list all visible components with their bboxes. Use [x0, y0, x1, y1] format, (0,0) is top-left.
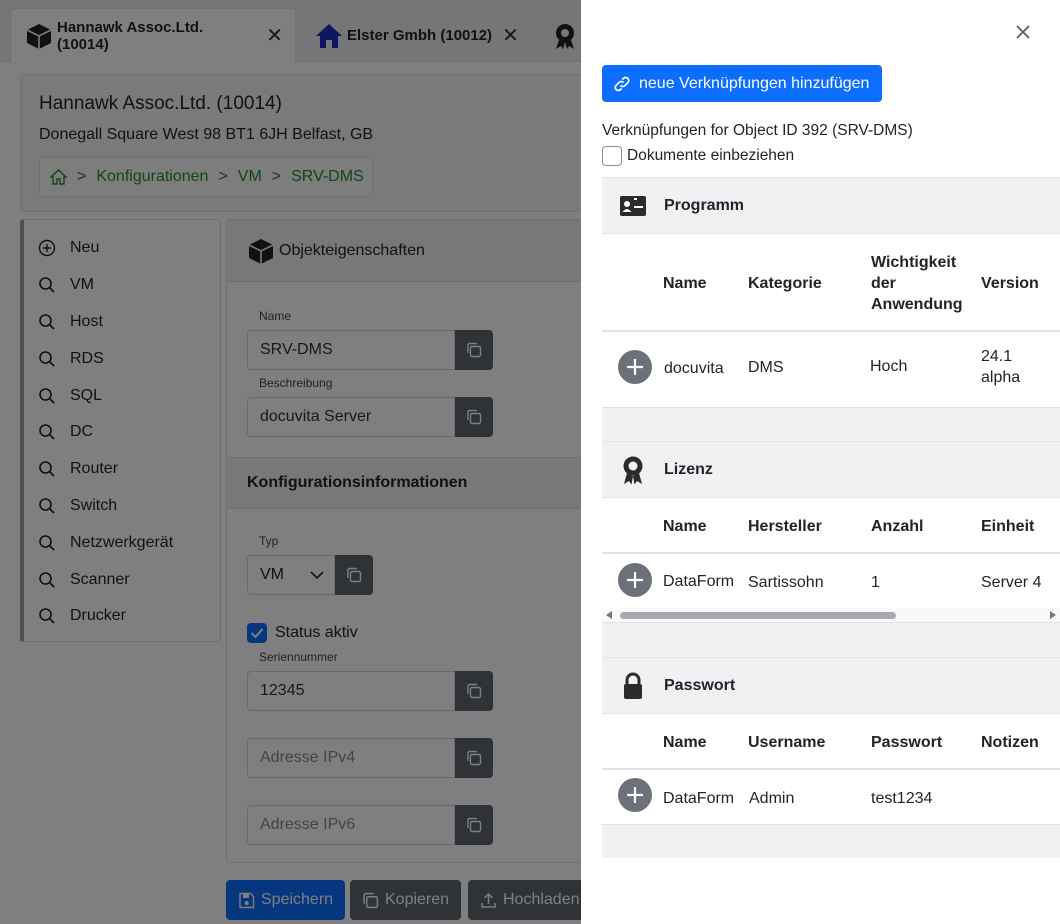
programm-section: Programm Name Kategorie Wichtigkeit der … — [602, 177, 1060, 441]
col-header-passwort: Passwort — [871, 734, 943, 751]
programm-title: Programm — [664, 196, 745, 214]
passwort-value: test1234 — [871, 790, 933, 807]
add-links-button[interactable]: neue Verknüpfungen hinzufügen — [602, 65, 883, 102]
col-header-username: Username — [748, 734, 826, 751]
include-documents-checkbox[interactable] — [602, 146, 622, 166]
include-documents-row[interactable]: Dokumente einbeziehen — [602, 146, 794, 166]
passwort-username: Admin — [749, 790, 795, 807]
add-links-label: neue Verknüpfungen hinzufügen — [639, 74, 870, 92]
programm-version-1: 24.1 — [981, 348, 1013, 365]
horizontal-scrollbar[interactable] — [602, 608, 1060, 622]
col-header-wichtigkeit-3: Anwendung — [871, 296, 963, 313]
passwort-section: Passwort Name Username Passwort Notizen … — [602, 657, 1060, 858]
id-card-icon — [602, 195, 664, 217]
scrollbar-thumb[interactable] — [620, 612, 896, 619]
link-icon — [613, 75, 631, 93]
add-lizenz-button[interactable] — [618, 563, 652, 597]
col-header-wichtigkeit-2: der — [871, 275, 896, 292]
header-divider — [602, 330, 1060, 332]
links-info-text: Verknüpfungen for Object ID 392 (SRV-DMS… — [602, 122, 913, 139]
passwort-header: Passwort — [602, 657, 1060, 714]
col-header-name: Name — [663, 518, 707, 535]
header-divider — [602, 768, 1060, 770]
lizenz-section: Lizenz Name Hersteller Anzahl Einheit Da… — [602, 441, 1060, 657]
header-divider — [602, 552, 1060, 554]
close-panel-button[interactable] — [1013, 22, 1033, 42]
programm-name: docuvita — [664, 360, 724, 377]
col-header-kategorie: Kategorie — [748, 275, 822, 292]
scroll-left-arrow-icon[interactable] — [606, 611, 612, 619]
programm-wichtigkeit: Hoch — [870, 358, 908, 375]
passwort-name: DataForm — [663, 790, 735, 807]
plus-icon — [627, 787, 643, 803]
lizenz-header: Lizenz — [602, 441, 1060, 498]
plus-icon — [627, 572, 643, 588]
programm-version-2: alpha — [981, 369, 1021, 386]
col-header-einheit: Einheit — [981, 518, 1035, 535]
lizenz-name: DataForm — [663, 573, 735, 590]
col-header-hersteller: Hersteller — [748, 518, 822, 535]
col-header-name: Name — [663, 734, 707, 751]
lizenz-anzahl: 1 — [871, 574, 880, 591]
add-programm-button[interactable] — [618, 350, 652, 384]
add-passwort-button[interactable] — [618, 778, 652, 812]
links-panel: neue Verknüpfungen hinzufügen Verknüpfun… — [581, 0, 1060, 924]
programm-kategorie: DMS — [748, 359, 784, 376]
plus-icon — [627, 359, 643, 375]
section-gap — [602, 825, 1060, 858]
close-icon — [1016, 25, 1030, 39]
lizenz-einheit: Server 4 — [981, 574, 1042, 591]
award-icon — [602, 455, 664, 485]
col-header-version: Version — [981, 275, 1039, 292]
scroll-right-arrow-icon[interactable] — [1050, 611, 1056, 619]
programm-header: Programm — [602, 177, 1060, 234]
col-header-wichtigkeit-1: Wichtigkeit — [871, 254, 957, 271]
lock-icon — [602, 672, 664, 700]
col-header-anzahl: Anzahl — [871, 518, 924, 535]
include-documents-label: Dokumente einbeziehen — [627, 147, 795, 164]
section-gap — [602, 623, 1060, 657]
lizenz-hersteller: Sartissohn — [748, 574, 824, 591]
lizenz-title: Lizenz — [664, 460, 713, 478]
col-header-notizen: Notizen — [981, 734, 1039, 751]
col-header-name: Name — [663, 275, 707, 292]
section-gap — [602, 408, 1060, 441]
passwort-title: Passwort — [664, 676, 736, 694]
